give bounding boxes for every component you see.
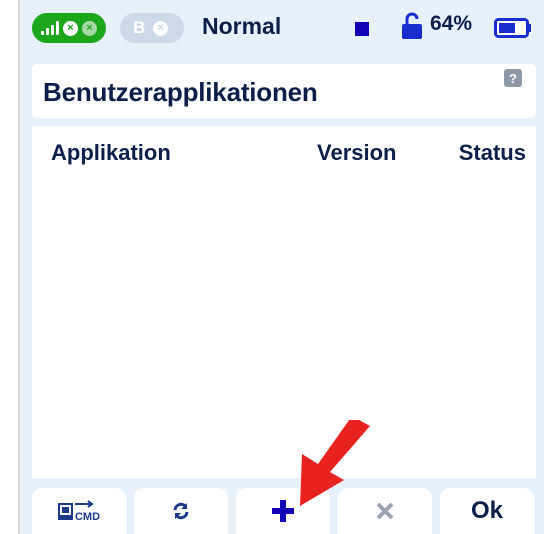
cmd-label: CMD [74,511,101,523]
cmd-button[interactable]: CMD [32,488,126,534]
screen: × × B × Normal 64% Benutzerapplikationen [0,0,544,534]
refresh-button[interactable] [134,488,228,534]
delete-button[interactable] [338,488,432,534]
refresh-icon [173,502,189,520]
mode-label[interactable]: Normal [202,13,281,40]
lock-open-icon[interactable] [401,12,423,40]
title-card: Benutzerapplikationen ? [32,64,536,118]
applications-table: Applikation Version Status [32,126,536,478]
add-button[interactable] [236,488,330,534]
receiver-b-letter: B [133,18,146,37]
page-title: Benutzerapplikationen [43,77,318,107]
plus-icon [272,500,294,522]
column-header-version: Version [317,140,397,165]
battery-icon [494,18,531,38]
column-header-status: Status [458,140,526,165]
signal-bars-icon [41,21,59,35]
record-square-icon [355,22,369,36]
status-bar: × × B × Normal 64% [20,0,544,54]
column-header-application: Applikation [51,140,171,165]
ok-button[interactable]: Ok [440,488,534,534]
close-icon [376,502,394,520]
receiver-b-pill[interactable]: B × [120,13,184,43]
battery-percent: 64% [430,12,473,35]
ok-label: Ok [470,497,503,524]
receiver-a-pill[interactable]: × × [32,13,106,43]
close-circle-icon: × [82,20,97,36]
app-panel: × × B × Normal 64% Benutzerapplikationen [20,0,544,534]
close-circle-icon: × [63,20,78,36]
help-icon[interactable]: ? [504,69,522,87]
close-circle-icon: × [153,20,169,36]
